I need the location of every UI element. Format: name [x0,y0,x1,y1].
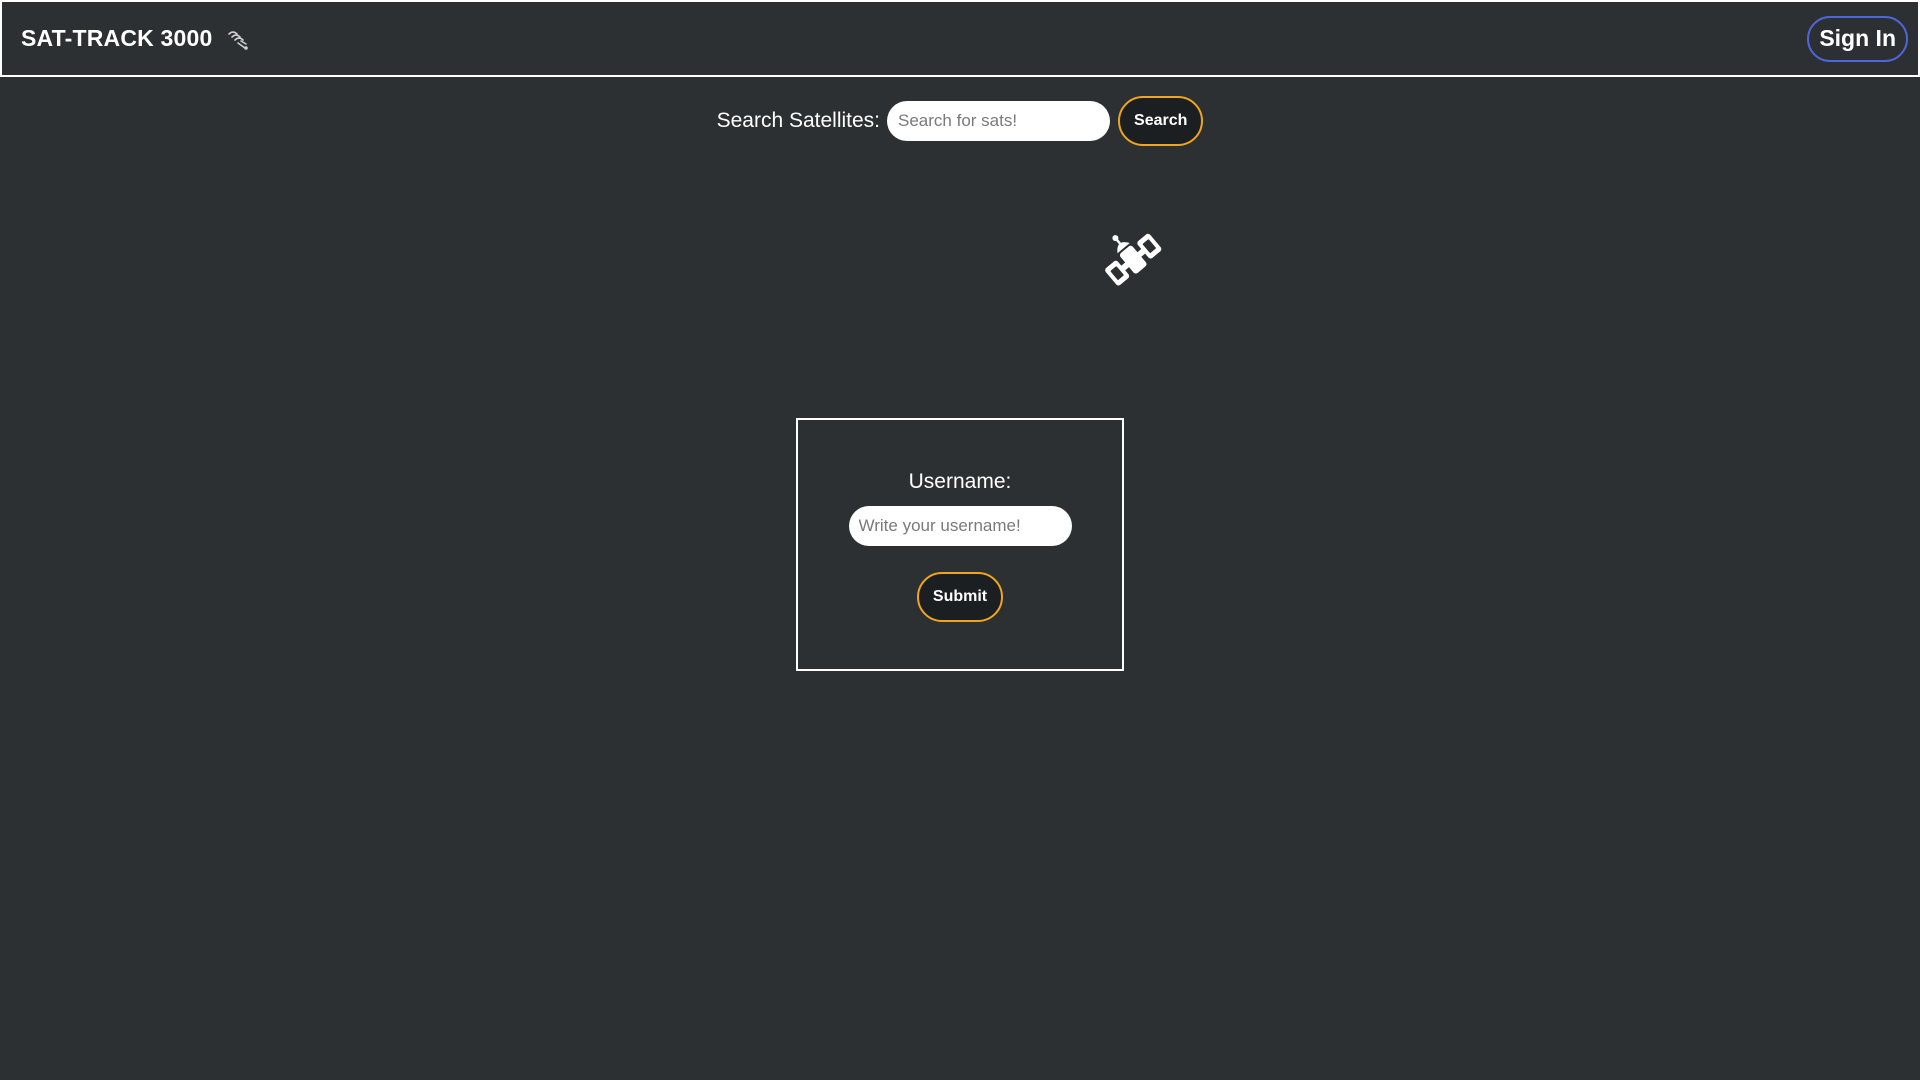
username-input[interactable] [848,506,1072,546]
satellite-icon [1100,226,1168,292]
search-label: Search Satellites: [716,109,881,132]
search-input[interactable] [887,101,1111,141]
app-title: SAT-TRACK 3000 [21,25,213,51]
satellite-dish-icon [225,26,251,52]
search-bar: Search Satellites: Search [0,96,1920,146]
brand: SAT-TRACK 3000 [21,25,251,52]
submit-button[interactable]: Submit [916,572,1004,622]
username-label: Username: [908,470,1012,493]
top-navbar: SAT-TRACK 3000 Sign In [0,0,1920,77]
login-form: Username: Submit [796,418,1124,671]
sign-in-button[interactable]: Sign In [1807,15,1908,62]
search-button[interactable]: Search [1118,96,1204,146]
